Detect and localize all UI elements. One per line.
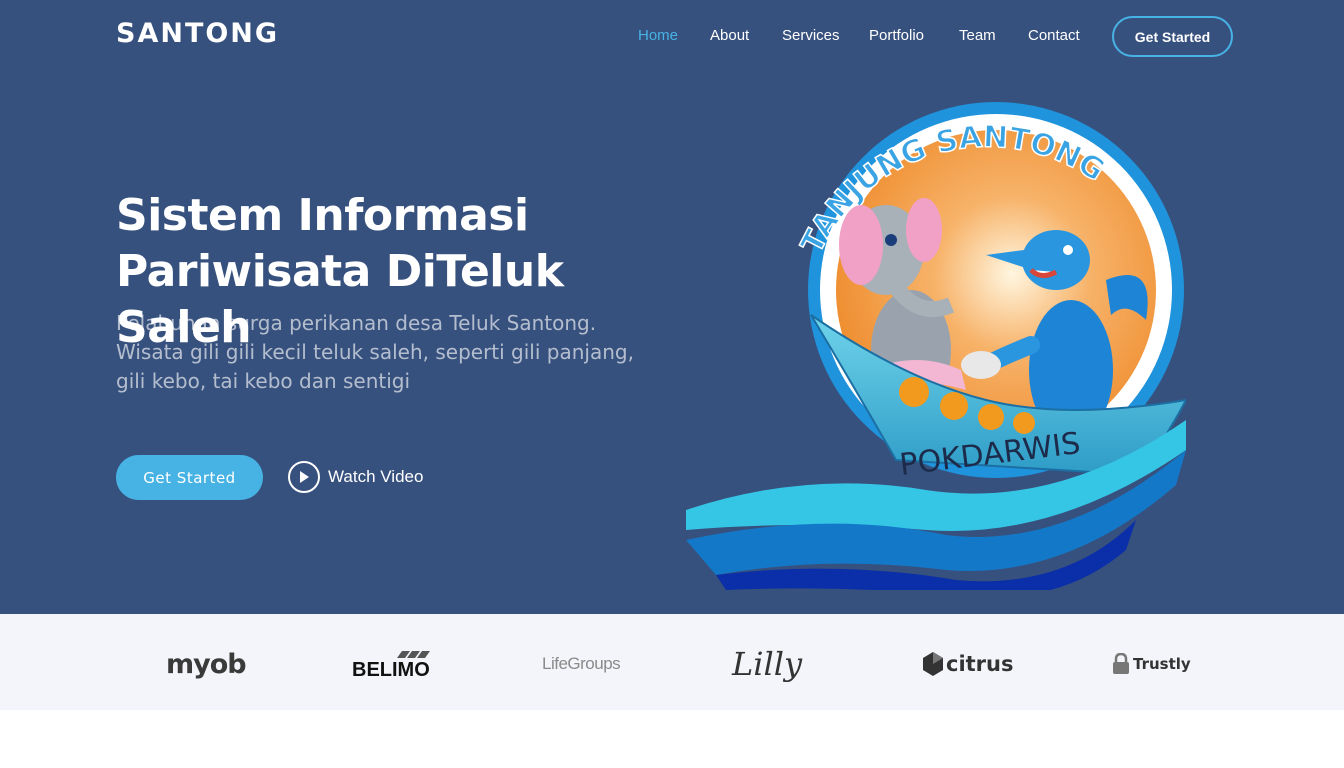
handshake-icon [961, 351, 1001, 379]
hero-subtitle: Pelabuhan surga perikanan desa Teluk San… [116, 311, 634, 393]
citrus-wordmark: citrus [946, 652, 1014, 676]
watch-video-label: Watch Video [328, 467, 424, 486]
client-lifegroups[interactable]: LifeGroups [542, 644, 621, 684]
clients-bar: myob BELIMO LifeGroups Lilly citrus Trus… [0, 614, 1344, 710]
trustly-wordmark: Trustly [1133, 655, 1191, 673]
nav-about[interactable]: About [710, 27, 749, 44]
hero-section: SANTONG Home About Services Portfolio Te… [0, 0, 1344, 614]
nav-contact[interactable]: Contact [1028, 27, 1080, 44]
myob-logo: myob [166, 648, 247, 680]
nav-team[interactable]: Team [959, 27, 996, 44]
svg-text:BELIMO: BELIMO [352, 659, 430, 679]
client-belimo[interactable]: BELIMO [352, 644, 430, 684]
trustly-logo [1113, 653, 1129, 674]
nav-portfolio[interactable]: Portfolio [869, 27, 924, 44]
watch-video-button[interactable]: Watch Video [288, 460, 423, 494]
hero-title-line1: Sistem Informasi [116, 190, 529, 241]
citrus-logo [923, 652, 943, 676]
tanjung-santong-emblem: TANJUNG SANTONG POKDARWIS [686, 102, 1186, 590]
lifegroups-logo: LifeGroups [542, 654, 621, 673]
client-citrus[interactable]: citrus [922, 644, 1014, 684]
belimo-logo: BELIMO [352, 651, 430, 679]
client-trustly[interactable]: Trustly [1112, 644, 1191, 684]
lilly-logo: Lilly [732, 645, 803, 683]
client-myob[interactable]: myob [166, 644, 247, 684]
header-get-started-button[interactable]: Get Started [1112, 16, 1233, 57]
hero-get-started-button[interactable]: Get Started [116, 455, 263, 500]
main-nav: Home About Services Portfolio Team Conta… [0, 0, 1344, 72]
play-icon [288, 461, 320, 493]
nav-home[interactable]: Home [638, 27, 678, 44]
nav-services[interactable]: Services [782, 27, 840, 44]
client-lilly[interactable]: Lilly [732, 644, 802, 684]
